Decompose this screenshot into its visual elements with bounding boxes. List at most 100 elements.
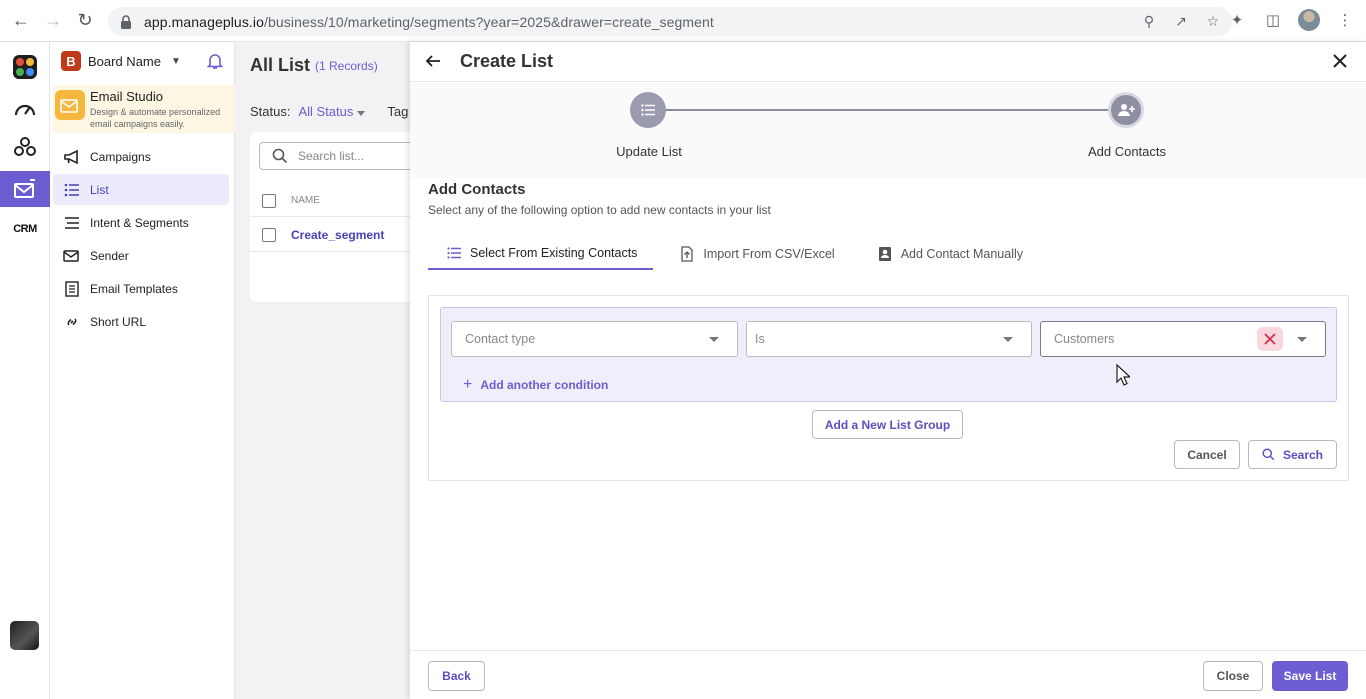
contact-field-select[interactable]: Contact type <box>451 321 738 357</box>
sidebar: B Board Name ▼ Email Studio Design & aut… <box>50 42 235 699</box>
back-icon[interactable]: ← <box>10 10 32 32</box>
step-label: Add Contacts <box>1087 144 1167 159</box>
list-page: All List (1 Records) Status: All Status … <box>235 42 414 699</box>
star-icon[interactable]: ☆ <box>1204 13 1222 31</box>
section-subtitle: Select any of the following option to ad… <box>428 203 771 217</box>
tab-label: Select From Existing Contacts <box>470 246 638 260</box>
caret-down-icon <box>1297 337 1307 342</box>
forward-icon[interactable]: → <box>42 10 64 32</box>
add-condition-label: Add another condition <box>480 378 609 392</box>
sidebar-item-label: Short URL <box>90 314 147 329</box>
clear-value-icon[interactable] <box>1257 327 1283 351</box>
tab-select-existing[interactable]: Select From Existing Contacts <box>428 238 654 270</box>
profile-avatar[interactable] <box>1298 9 1320 31</box>
board-switcher[interactable]: B Board Name ▼ <box>61 51 181 71</box>
url-host: app.manageplus.io <box>144 13 265 30</box>
rail-dashboard[interactable] <box>0 90 50 126</box>
sidebar-item-short-url[interactable]: Short URL <box>53 306 229 337</box>
add-list-group-button[interactable]: Add a New List Group <box>812 410 963 439</box>
field-placeholder: Contact type <box>465 332 536 346</box>
drawer-title: Create List <box>460 51 554 71</box>
operator-select[interactable]: Is <box>746 321 1032 357</box>
list-icon <box>446 245 462 261</box>
add-user-icon <box>1118 104 1135 116</box>
rail-email-studio[interactable] <box>0 171 50 207</box>
bell-icon[interactable] <box>206 52 224 70</box>
step-connector <box>648 109 1126 111</box>
sidebar-item-campaigns[interactable]: Campaigns <box>53 141 229 172</box>
rail-crm[interactable]: CRM <box>0 211 50 247</box>
rail-network[interactable] <box>0 129 50 165</box>
cancel-button[interactable]: Cancel <box>1174 440 1240 469</box>
link-icon <box>63 313 81 331</box>
status-label: Status: <box>250 104 291 119</box>
url-path: /business/10/marketing/segments?year=202… <box>264 13 714 30</box>
select-all-checkbox[interactable] <box>262 193 276 208</box>
search-icon <box>1262 448 1275 461</box>
step-add-contacts[interactable] <box>1108 92 1144 128</box>
add-condition-button[interactable]: + Add another condition <box>463 376 608 394</box>
board-badge: B <box>61 51 81 71</box>
file-upload-icon <box>679 246 695 262</box>
email-studio-card[interactable]: Email Studio Design & automate personali… <box>53 85 235 133</box>
address-bar[interactable]: app.manageplus.io/business/10/marketing/… <box>108 7 1232 36</box>
back-button[interactable]: Back <box>428 661 485 691</box>
value-select[interactable]: Customers <box>1040 321 1326 357</box>
sender-icon <box>63 247 81 265</box>
row-name-link[interactable]: Create_segment <box>291 228 384 242</box>
share-icon[interactable]: ↗ <box>1172 13 1190 31</box>
step-update-list[interactable] <box>630 92 666 128</box>
stepper: Update List Add Contacts <box>410 83 1366 178</box>
side-panel-icon[interactable]: ◫ <box>1262 9 1284 31</box>
row-checkbox[interactable] <box>262 227 276 242</box>
search-icon <box>272 148 288 164</box>
search-button[interactable]: Search <box>1248 440 1337 469</box>
browser-menu-icon[interactable]: ⋮ <box>1334 9 1356 31</box>
sidebar-item-label: List <box>90 182 109 197</box>
sidebar-item-label: Email Templates <box>90 281 178 296</box>
list-icon <box>641 104 655 116</box>
caret-down-icon <box>709 337 719 342</box>
status-filter-value: All Status <box>298 104 354 119</box>
extensions-icon[interactable]: ✦ <box>1226 9 1248 31</box>
sidebar-menu: Campaigns List Intent & Segments Sender … <box>53 141 229 339</box>
app-logo-icon <box>13 55 37 79</box>
studio-description: Design & automate personalized email cam… <box>90 107 221 129</box>
close-icon[interactable] <box>1332 53 1348 69</box>
arrow-left-icon[interactable] <box>424 52 442 70</box>
column-name: NAME <box>291 195 320 206</box>
sidebar-item-intent-segments[interactable]: Intent & Segments <box>53 207 229 238</box>
sidebar-item-label: Intent & Segments <box>90 215 189 230</box>
table-row[interactable]: Create_segment <box>250 218 410 252</box>
studio-title: Email Studio <box>90 89 163 104</box>
reload-icon[interactable]: ↻ <box>74 10 96 32</box>
list-table-card: Search list... NAME Create_segment <box>250 132 414 302</box>
status-filter[interactable]: All Status <box>298 104 366 119</box>
sidebar-item-label: Campaigns <box>90 149 151 164</box>
caret-down-icon <box>1003 337 1013 342</box>
user-avatar[interactable] <box>10 621 39 650</box>
sidebar-item-email-templates[interactable]: Email Templates <box>53 273 229 304</box>
section-title: Add Contacts <box>428 181 526 198</box>
megaphone-icon <box>63 148 81 166</box>
url-text: app.manageplus.io/business/10/marketing/… <box>144 14 714 30</box>
contact-card-icon <box>877 246 893 262</box>
sidebar-item-sender[interactable]: Sender <box>53 240 229 271</box>
chevron-down-icon: ▼ <box>170 55 181 67</box>
sidebar-item-list[interactable]: List <box>53 174 229 205</box>
rail-home[interactable] <box>0 49 50 85</box>
search-list-input[interactable]: Search list... <box>259 142 414 170</box>
plus-icon: + <box>463 376 473 393</box>
network-icon <box>14 137 36 156</box>
tab-label: Add Contact Manually <box>900 247 1023 261</box>
mouse-cursor-icon <box>1116 364 1130 386</box>
tab-add-manually[interactable]: Add Contact Manually <box>875 238 1025 270</box>
tab-label: Import From CSV/Excel <box>703 247 835 261</box>
tab-import-csv[interactable]: Import From CSV/Excel <box>677 238 836 270</box>
save-list-button[interactable]: Save List <box>1272 661 1348 691</box>
close-button[interactable]: Close <box>1203 661 1263 691</box>
lock-icon <box>121 14 131 29</box>
zoom-icon[interactable]: ⚲ <box>1140 13 1158 31</box>
app-icon-rail: CRM <box>0 42 50 699</box>
tags-label: Tag <box>387 104 409 119</box>
